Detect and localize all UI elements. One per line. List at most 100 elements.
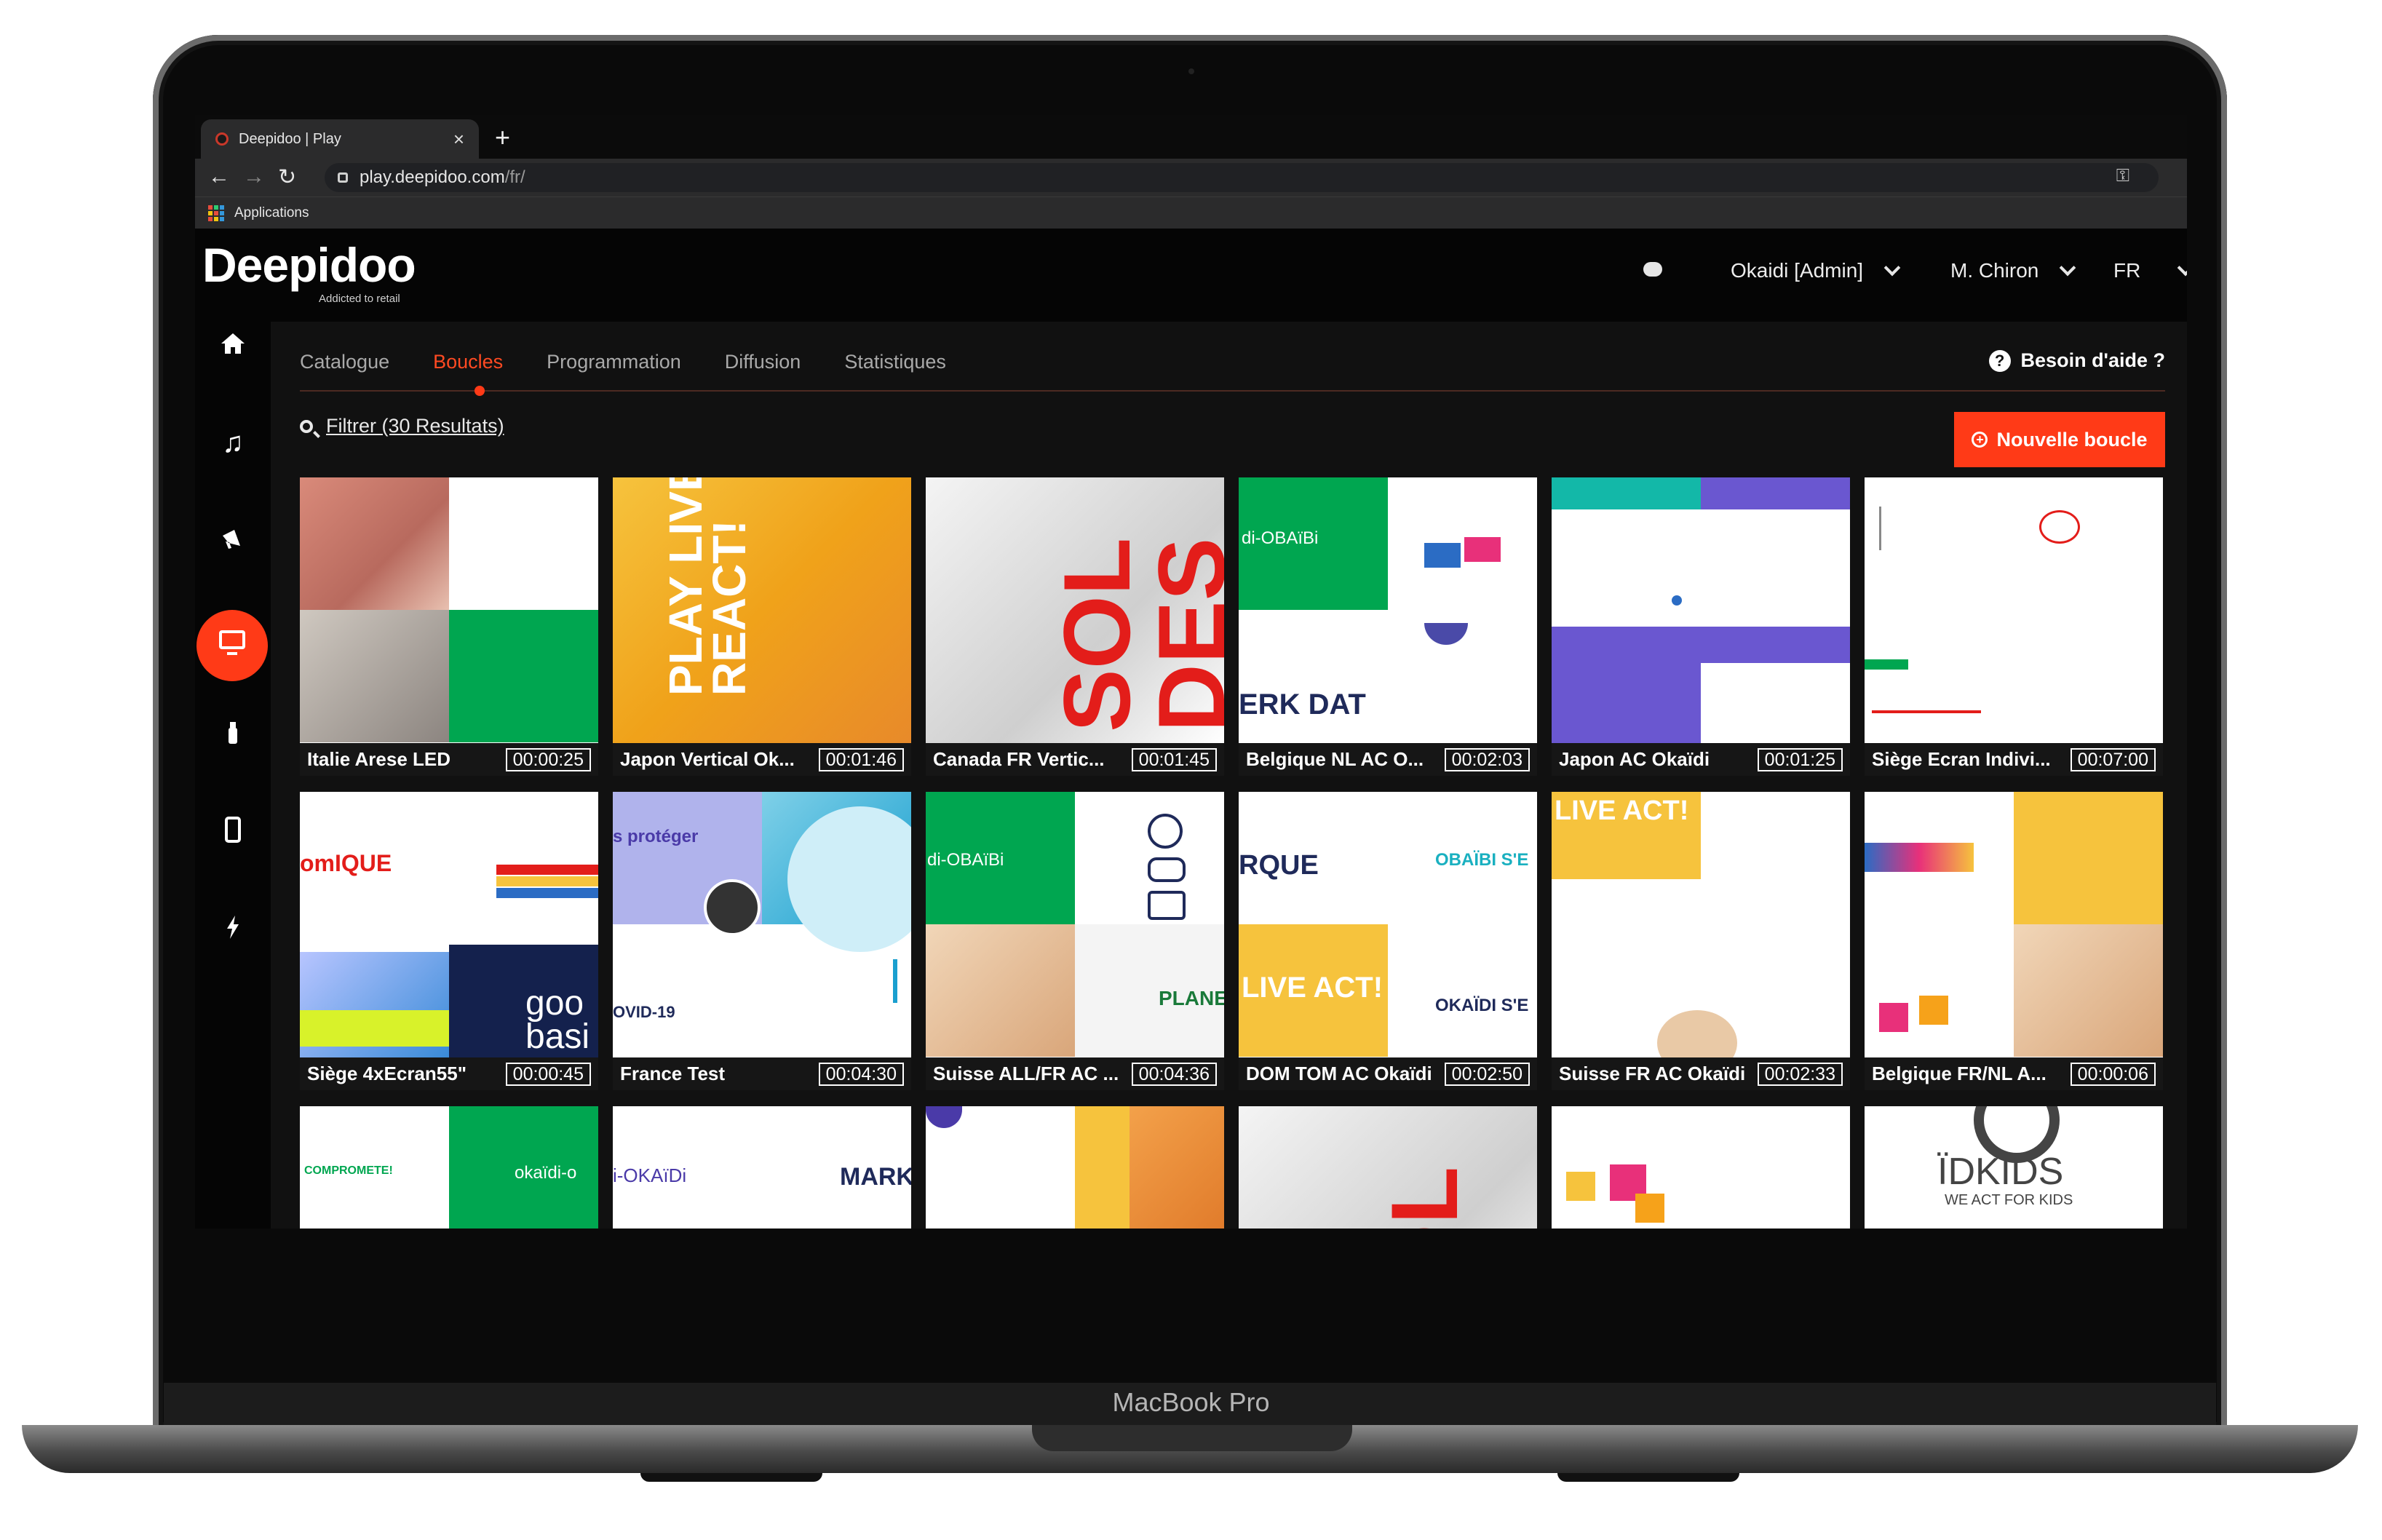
loop-duration: 00:02:03 xyxy=(1444,747,1530,771)
loop-card[interactable]: SOL xyxy=(1239,1106,1537,1229)
loop-duration: 00:02:50 xyxy=(1444,1062,1530,1086)
app: Deepidoo Addicted to retail Okaidi [Admi… xyxy=(195,229,2187,1229)
loop-thumbnail: PLAY LIVE REACT! xyxy=(613,477,911,743)
loop-card[interactable]: i-OKAïDi MARK xyxy=(613,1106,911,1229)
loop-thumbnail xyxy=(300,477,598,743)
loop-duration: 00:07:00 xyxy=(2070,747,2156,771)
new-loop-label: Nouvelle boucle xyxy=(1996,428,2148,451)
language-selector[interactable]: FR xyxy=(2113,259,2187,282)
loop-duration: 00:04:36 xyxy=(1131,1062,1217,1086)
loop-thumbnail: SOL xyxy=(1239,1106,1537,1229)
sidebar-item-screens[interactable] xyxy=(196,610,268,681)
reload-icon[interactable]: ↻ xyxy=(278,164,296,190)
loop-card[interactable]: di-OBAïBi ERK DAT Belgique NL AC O... 00:… xyxy=(1239,477,1537,776)
loop-name: Japon AC Okaïdi xyxy=(1559,748,1710,770)
spray-icon[interactable] xyxy=(195,718,271,754)
help-link[interactable]: ? Besoin d'aide ? xyxy=(1988,349,2165,372)
loop-card[interactable]: PLAY LIVE REACT! Japon Vertical Ok... 00:… xyxy=(613,477,911,776)
forward-icon[interactable]: → xyxy=(243,164,265,189)
loop-name: Suisse FR AC Okaïdi xyxy=(1559,1063,1746,1084)
key-icon[interactable]: ⚿ xyxy=(2116,166,2129,186)
logo-tagline: Addicted to retail xyxy=(319,293,400,305)
loop-thumbnail: RQUE OBAÏBI S'E LIVE ACT! OKAÏDI S'E xyxy=(1239,792,1537,1057)
screen: Deepidoo | Play × + ← → ↻ play.deepidoo.… xyxy=(195,115,2187,1229)
filter-control[interactable]: Filtrer (30 Resultats) xyxy=(300,415,504,437)
loop-duration: 00:00:45 xyxy=(505,1062,591,1086)
filter-label: Filtrer (30 Resultats) xyxy=(326,415,504,437)
browser-tab-strip: Deepidoo | Play × + xyxy=(195,115,2187,159)
back-icon[interactable]: ← xyxy=(208,164,230,189)
loop-thumbnail xyxy=(926,1106,1224,1229)
language-label: FR xyxy=(2113,259,2141,282)
loop-thumbnail: LIVE ACT! xyxy=(1552,792,1850,1057)
browser-toolbar: ← → ↻ play.deepidoo.com/fr/ ⚿ xyxy=(195,159,2187,197)
loop-duration: 00:02:33 xyxy=(1757,1062,1843,1086)
lock-icon xyxy=(338,172,348,183)
camera xyxy=(1188,68,1194,74)
app-header: Deepidoo Addicted to retail Okaidi [Admi… xyxy=(195,229,2187,322)
user-label: M. Chiron xyxy=(1950,259,2039,282)
loop-name: France Test xyxy=(620,1063,726,1084)
home-icon[interactable] xyxy=(195,329,271,365)
tab-diffusion[interactable]: Diffusion xyxy=(725,351,801,373)
tab-statistiques[interactable]: Statistiques xyxy=(844,351,946,373)
loop-card[interactable]: ÏDKIDS WE ACT FOR KIDS xyxy=(1865,1106,2163,1229)
loop-card[interactable]: COMPROMETE! okaïdi-o xyxy=(300,1106,598,1229)
loop-name: Italie Arese LED xyxy=(307,748,451,770)
url-host: play.deepidoo.com xyxy=(360,167,505,187)
bolt-icon[interactable] xyxy=(195,913,271,949)
loop-thumbnail xyxy=(1552,1106,1850,1229)
loop-thumbnail xyxy=(1865,477,2163,743)
new-tab-icon[interactable]: + xyxy=(495,122,510,153)
loop-duration: 00:00:25 xyxy=(505,747,591,771)
messages-icon[interactable] xyxy=(1643,262,1662,277)
loop-card[interactable]: s protéger OVID-19 France Test 00:04:30 xyxy=(613,792,911,1090)
address-bar[interactable]: play.deepidoo.com/fr/ ⚿ xyxy=(325,163,2159,192)
loop-card[interactable] xyxy=(926,1106,1224,1229)
loop-thumbnail: di-OBAïBi PLANE xyxy=(926,792,1224,1057)
monitor-icon xyxy=(219,630,245,649)
help-icon: ? xyxy=(1988,349,2011,372)
loop-card[interactable]: LIVE ACT! Suisse FR AC Okaïdi 00:02:33 xyxy=(1552,792,1850,1090)
bookmark-applications[interactable]: Applications xyxy=(234,205,309,221)
loop-thumbnail xyxy=(1552,477,1850,743)
loop-card[interactable]: Italie Arese LED 00:00:25 xyxy=(300,477,598,776)
tab-boucles[interactable]: Boucles xyxy=(433,351,503,373)
favicon-icon xyxy=(215,132,229,146)
user-menu[interactable]: M. Chiron xyxy=(1950,259,2076,282)
loop-duration: 00:04:30 xyxy=(818,1062,904,1086)
chevron-down-icon xyxy=(2177,259,2187,277)
tab-close-icon[interactable]: × xyxy=(453,128,464,151)
loop-card[interactable]: Japon AC Okaïdi 00:01:25 xyxy=(1552,477,1850,776)
loop-name: Belgique NL AC O... xyxy=(1246,748,1424,770)
apps-grid-icon[interactable] xyxy=(208,205,224,221)
loop-duration: 00:01:25 xyxy=(1757,747,1843,771)
laptop-notch xyxy=(1032,1425,1352,1451)
account-selector[interactable]: Okaidi [Admin] xyxy=(1731,259,1901,282)
loop-card[interactable]: Siège Ecran Indivi... 00:07:00 xyxy=(1865,477,2163,776)
tab-title: Deepidoo | Play xyxy=(239,130,341,147)
tab-programmation[interactable]: Programmation xyxy=(547,351,681,373)
browser-tab[interactable]: Deepidoo | Play × xyxy=(201,119,479,159)
tab-catalogue[interactable]: Catalogue xyxy=(300,351,389,373)
music-icon[interactable]: ♫ xyxy=(195,426,271,459)
loop-card[interactable]: omIQUE goo basi Siège 4xEcran55" 00:00:45 xyxy=(300,792,598,1090)
phone-icon[interactable] xyxy=(195,815,271,852)
chevron-down-icon xyxy=(2060,259,2076,277)
loop-card[interactable]: RQUE OBAÏBI S'E LIVE ACT! OKAÏDI S'E DOM… xyxy=(1239,792,1537,1090)
chevron-down-icon xyxy=(1883,259,1901,277)
loop-card[interactable] xyxy=(1552,1106,1850,1229)
loop-card[interactable]: di-OBAïBi PLANE Suisse ALL/FR AC ... 00:0… xyxy=(926,792,1224,1090)
new-loop-button[interactable]: + Nouvelle boucle xyxy=(1954,412,2165,467)
search-icon xyxy=(300,419,313,433)
loop-name: Belgique FR/NL A... xyxy=(1872,1063,2046,1084)
loop-name: Japon Vertical Ok... xyxy=(620,748,795,770)
loop-card[interactable]: Belgique FR/NL A... 00:00:06 xyxy=(1865,792,2163,1090)
logo[interactable]: Deepidoo xyxy=(202,237,416,293)
megaphone-icon[interactable] xyxy=(195,524,271,560)
loop-thumbnail: ÏDKIDS WE ACT FOR KIDS xyxy=(1865,1106,2163,1229)
loop-card[interactable]: SOL DES Canada FR Vertic... 00:01:45 xyxy=(926,477,1224,776)
loop-name: Canada FR Vertic... xyxy=(933,748,1105,770)
loop-name: Siège Ecran Indivi... xyxy=(1872,748,2051,770)
sidebar: ♫ xyxy=(195,322,271,1229)
